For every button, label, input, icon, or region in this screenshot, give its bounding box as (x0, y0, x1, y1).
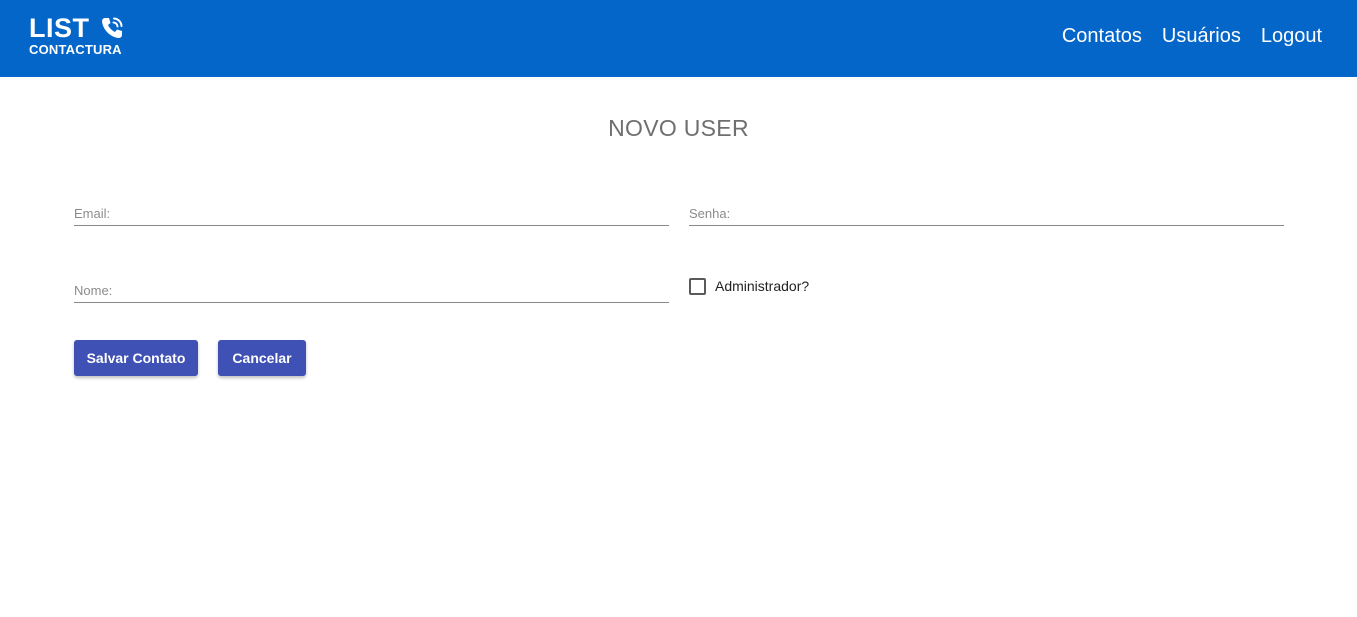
nav-link-logout[interactable]: Logout (1261, 23, 1322, 49)
save-contact-button[interactable]: Salvar Contato (74, 340, 198, 376)
name-field[interactable] (74, 278, 669, 302)
cancel-button[interactable]: Cancelar (218, 340, 306, 376)
nav-link-contatos[interactable]: Contatos (1062, 23, 1142, 49)
password-field[interactable] (689, 201, 1284, 225)
email-field-container (74, 201, 669, 226)
top-navbar: LIST CONTACTURA Contatos Usuários Logout (0, 0, 1357, 77)
nome-field-container (74, 278, 669, 303)
admin-checkbox-row[interactable]: Administrador? (689, 277, 809, 295)
admin-checkbox[interactable] (689, 277, 706, 295)
email-field[interactable] (74, 201, 669, 225)
logo-title: LIST (29, 13, 90, 43)
page-title: NOVO USER (608, 115, 749, 141)
logo-subtitle: CONTACTURA (29, 42, 122, 57)
main-nav: Contatos Usuários Logout (1062, 23, 1322, 49)
app-logo[interactable]: LIST CONTACTURA (29, 13, 139, 59)
phone-icon (102, 17, 123, 38)
nav-link-usuarios[interactable]: Usuários (1162, 23, 1241, 49)
admin-checkbox-label[interactable]: Administrador? (715, 277, 809, 295)
senha-field-container (689, 201, 1284, 226)
